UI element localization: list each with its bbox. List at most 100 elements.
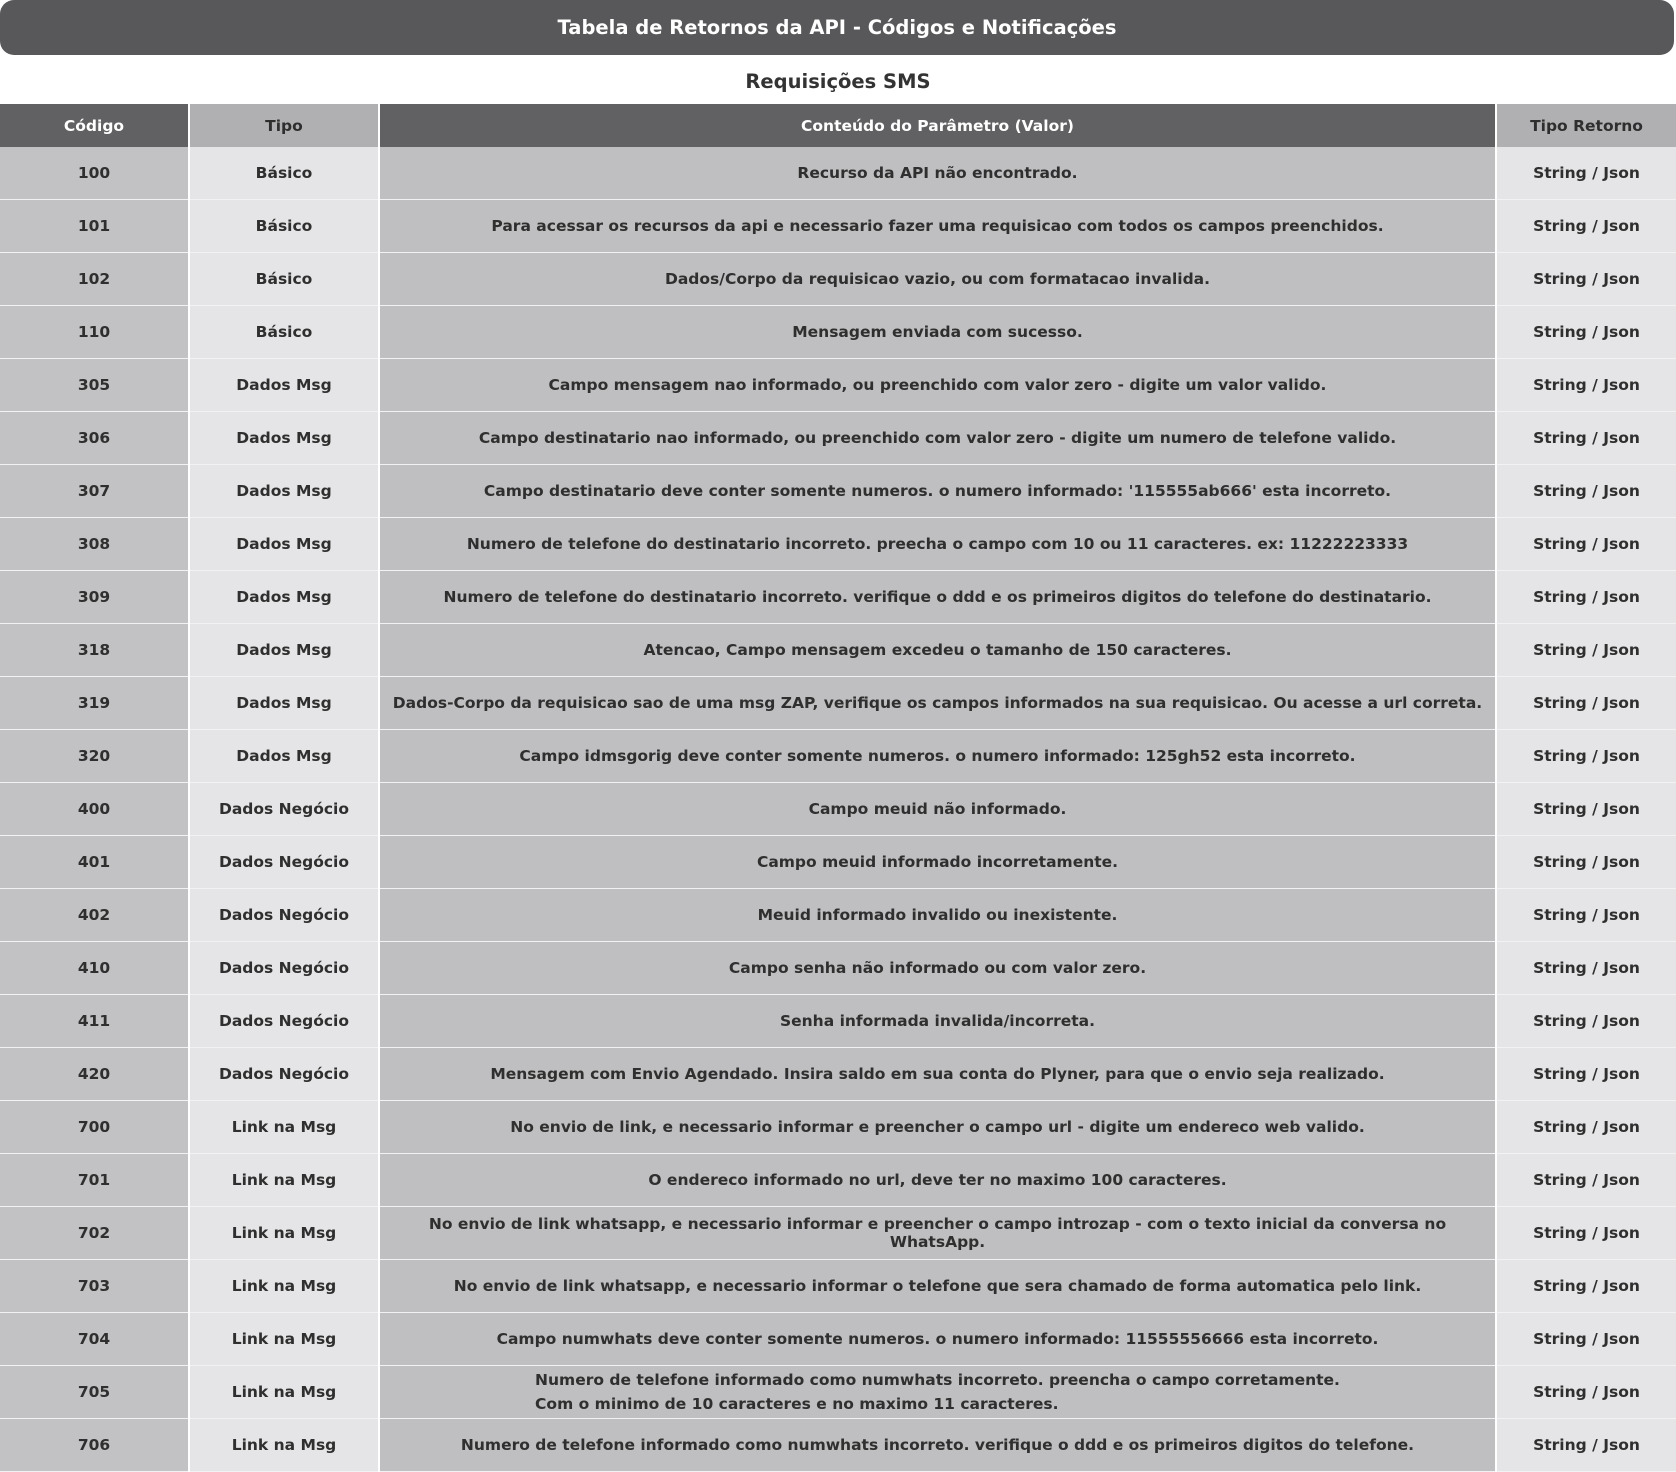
cell-code: 706 (0, 1418, 190, 1472)
cell-code: 320 (0, 729, 190, 783)
cell-return-type: String / Json (1496, 623, 1676, 677)
table-row: 701 Link na Msg O endereco informado no ur… (0, 1153, 1676, 1207)
cell-return-type: String / Json (1496, 1259, 1676, 1313)
table-row: 307 Dados Msg Campo destinatario deve cont… (0, 464, 1676, 518)
table-row: 400 Dados Negócio Campo meuid não informad… (0, 782, 1676, 836)
column-header-return-type: Tipo Retorno (1496, 104, 1676, 147)
table-header-row: Código Tipo Conteúdo do Parâmetro (Valor… (0, 104, 1676, 147)
table-row: 110 Básico Mensagem enviada com sucesso. St… (0, 305, 1676, 359)
cell-return-type: String / Json (1496, 411, 1676, 465)
cell-content: Campo idmsgorig deve conter somente nume… (379, 729, 1497, 783)
cell-type: Dados Msg (189, 676, 380, 730)
cell-type: Dados Msg (189, 464, 380, 518)
table-row: 102 Básico Dados/Corpo da requisicao vazio… (0, 252, 1676, 306)
cell-return-type: String / Json (1496, 729, 1676, 783)
cell-code: 309 (0, 570, 190, 624)
cell-type: Dados Msg (189, 411, 380, 465)
cell-return-type: String / Json (1496, 252, 1676, 306)
cell-content: No envio de link whatsapp, e necessario … (379, 1206, 1497, 1260)
cell-code: 305 (0, 358, 190, 412)
cell-content: Campo numwhats deve conter somente numer… (379, 1312, 1497, 1366)
cell-code: 401 (0, 835, 190, 889)
table-row: 410 Dados Negócio Campo senha não informad… (0, 941, 1676, 995)
cell-content: Atencao, Campo mensagem excedeu o tamanh… (379, 623, 1497, 677)
table-row: 309 Dados Msg Numero de telefone do destin… (0, 570, 1676, 624)
cell-content: Dados/Corpo da requisicao vazio, ou com … (379, 252, 1497, 306)
cell-type: Link na Msg (189, 1100, 380, 1154)
cell-code: 701 (0, 1153, 190, 1207)
cell-return-type: String / Json (1496, 1312, 1676, 1366)
cell-content-multiline: Numero de telefone informado como numwha… (535, 1368, 1340, 1416)
column-header-type: Tipo (189, 104, 380, 147)
table-row: 401 Dados Negócio Campo meuid informado in… (0, 835, 1676, 889)
cell-content: Senha informada invalida/incorreta. (379, 994, 1497, 1048)
cell-code: 420 (0, 1047, 190, 1101)
cell-content: Campo mensagem nao informado, ou preench… (379, 358, 1497, 412)
cell-code: 306 (0, 411, 190, 465)
table-row: 703 Link na Msg No envio de link whatsapp,… (0, 1259, 1676, 1313)
table-row: 704 Link na Msg Campo numwhats deve conter… (0, 1312, 1676, 1366)
cell-type: Link na Msg (189, 1153, 380, 1207)
cell-content: Campo meuid não informado. (379, 782, 1497, 836)
table-row: 700 Link na Msg No envio de link, e necess… (0, 1100, 1676, 1154)
cell-return-type: String / Json (1496, 1418, 1676, 1472)
cell-code: 102 (0, 252, 190, 306)
cell-return-type: String / Json (1496, 1100, 1676, 1154)
table-row: 402 Dados Negócio Meuid informado invalido… (0, 888, 1676, 942)
cell-return-type: String / Json (1496, 147, 1676, 200)
cell-code: 704 (0, 1312, 190, 1366)
cell-code: 402 (0, 888, 190, 942)
cell-content: Numero de telefone do destinatario incor… (379, 517, 1497, 571)
cell-content: Mensagem com Envio Agendado. Insira sald… (379, 1047, 1497, 1101)
cell-type: Link na Msg (189, 1418, 380, 1472)
cell-code: 101 (0, 199, 190, 253)
cell-type: Básico (189, 305, 380, 359)
table-row: 702 Link na Msg No envio de link whatsapp,… (0, 1206, 1676, 1260)
cell-content-line: Com o minimo de 10 caracteres e no maxim… (535, 1395, 1059, 1413)
cell-type: Básico (189, 199, 380, 253)
cell-code: 100 (0, 147, 190, 200)
cell-content: Mensagem enviada com sucesso. (379, 305, 1497, 359)
cell-type: Link na Msg (189, 1365, 380, 1419)
cell-content: Recurso da API não encontrado. (379, 147, 1497, 200)
cell-content: Campo destinatario deve conter somente n… (379, 464, 1497, 518)
table-row: 320 Dados Msg Campo idmsgorig deve conter … (0, 729, 1676, 783)
cell-return-type: String / Json (1496, 941, 1676, 995)
table-row: 411 Dados Negócio Senha informada invalida… (0, 994, 1676, 1048)
cell-content: Numero de telefone do destinatario incor… (379, 570, 1497, 624)
cell-type: Dados Negócio (189, 994, 380, 1048)
cell-code: 319 (0, 676, 190, 730)
cell-return-type: String / Json (1496, 1365, 1676, 1419)
cell-content: Meuid informado invalido ou inexistente. (379, 888, 1497, 942)
cell-code: 410 (0, 941, 190, 995)
cell-type: Básico (189, 252, 380, 306)
cell-content: Dados-Corpo da requisicao sao de uma msg… (379, 676, 1497, 730)
cell-code: 705 (0, 1365, 190, 1419)
cell-return-type: String / Json (1496, 517, 1676, 571)
cell-return-type: String / Json (1496, 888, 1676, 942)
cell-type: Link na Msg (189, 1312, 380, 1366)
table-row: 318 Dados Msg Atencao, Campo mensagem exce… (0, 623, 1676, 677)
table-row: 306 Dados Msg Campo destinatario nao infor… (0, 411, 1676, 465)
column-header-content: Conteúdo do Parâmetro (Valor) (379, 104, 1497, 147)
cell-content: Numero de telefone informado como numwha… (379, 1365, 1497, 1419)
table-body: 100 Básico Recurso da API não encontrado. S… (0, 147, 1676, 1472)
cell-code: 703 (0, 1259, 190, 1313)
cell-code: 411 (0, 994, 190, 1048)
cell-return-type: String / Json (1496, 1206, 1676, 1260)
cell-content: Numero de telefone informado como numwha… (379, 1418, 1497, 1472)
return-codes-table: Código Tipo Conteúdo do Parâmetro (Valor… (0, 104, 1676, 1472)
cell-code: 110 (0, 305, 190, 359)
cell-content: Campo destinatario nao informado, ou pre… (379, 411, 1497, 465)
cell-return-type: String / Json (1496, 570, 1676, 624)
cell-return-type: String / Json (1496, 1047, 1676, 1101)
cell-return-type: String / Json (1496, 835, 1676, 889)
cell-code: 700 (0, 1100, 190, 1154)
cell-code: 308 (0, 517, 190, 571)
cell-return-type: String / Json (1496, 199, 1676, 253)
table-row: 705 Link na Msg Numero de telefone informa… (0, 1365, 1676, 1419)
cell-type: Básico (189, 147, 380, 200)
cell-type: Dados Msg (189, 517, 380, 571)
cell-content: Campo meuid informado incorretamente. (379, 835, 1497, 889)
cell-code: 307 (0, 464, 190, 518)
